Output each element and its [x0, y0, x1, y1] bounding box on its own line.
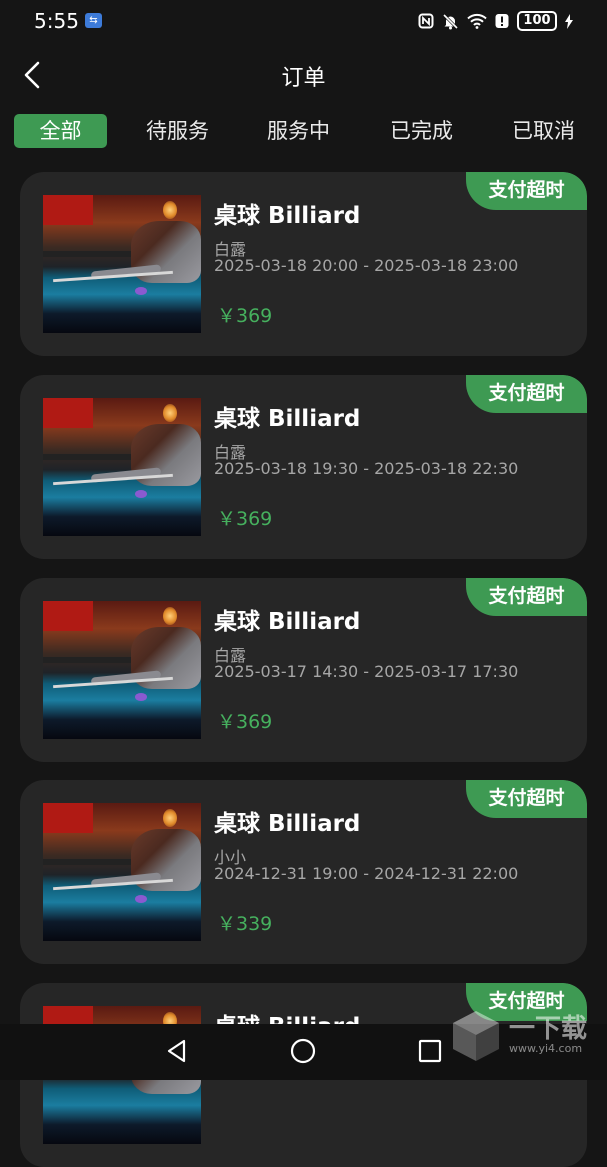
- status-badge: 支付超时: [466, 172, 587, 210]
- service-thumbnail: [43, 195, 201, 333]
- tab-pending-service[interactable]: 待服务: [146, 114, 209, 148]
- order-card[interactable]: 支付超时 桌球 Billiard 白露 2025-03-18 19:30 - 2…: [20, 375, 587, 559]
- status-badge: 支付超时: [466, 375, 587, 413]
- order-title: 桌球 Billiard: [214, 203, 361, 229]
- battery-indicator: 100: [517, 11, 557, 31]
- order-card[interactable]: 支付超时 桌球 Billiard 白露 2025-03-18 20:00 - 2…: [20, 172, 587, 356]
- wifi-icon: [467, 13, 487, 29]
- status-bar: 5:55 ⇆ 100: [0, 0, 607, 44]
- tab-all[interactable]: 全部: [14, 114, 107, 148]
- status-badge: 支付超时: [466, 983, 587, 1021]
- order-price: ￥369: [217, 305, 273, 327]
- tab-in-service[interactable]: 服务中: [267, 114, 330, 148]
- home-circle-icon[interactable]: [290, 1038, 316, 1068]
- order-card[interactable]: 支付超时 桌球 Billiard 小小 2024-12-31 19:00 - 2…: [20, 780, 587, 964]
- service-thumbnail: [43, 803, 201, 941]
- usb-icon: ⇆: [85, 13, 102, 28]
- order-title: 桌球 Billiard: [214, 609, 361, 635]
- service-thumbnail: [43, 601, 201, 739]
- order-time-range: 2025-03-18 20:00 - 2025-03-18 23:00: [214, 256, 519, 275]
- order-status-tabs: 全部 待服务 服务中 已完成 已取消: [14, 114, 607, 150]
- order-time-range: 2025-03-17 14:30 - 2025-03-17 17:30: [214, 662, 519, 681]
- tab-completed[interactable]: 已完成: [390, 114, 453, 148]
- status-time: 5:55: [34, 9, 79, 33]
- recents-square-icon[interactable]: [417, 1038, 443, 1068]
- alert-icon: [495, 14, 509, 28]
- order-price: ￥339: [217, 913, 273, 935]
- order-price: ￥369: [217, 508, 273, 530]
- status-icons: 100: [418, 11, 573, 31]
- order-time-range: 2024-12-31 19:00 - 2024-12-31 22:00: [214, 864, 519, 883]
- back-triangle-icon[interactable]: [164, 1038, 190, 1068]
- chevron-left-icon[interactable]: [18, 58, 48, 90]
- nfc-icon: [418, 13, 434, 29]
- system-navigation-bar: [0, 1024, 607, 1080]
- order-time-range: 2025-03-18 19:30 - 2025-03-18 22:30: [214, 459, 519, 478]
- top-bar: 订单: [0, 50, 607, 98]
- order-card[interactable]: 支付超时 桌球 Billiard 白露 2025-03-17 14:30 - 2…: [20, 578, 587, 762]
- order-title: 桌球 Billiard: [214, 811, 361, 837]
- order-price: ￥369: [217, 711, 273, 733]
- status-badge: 支付超时: [466, 780, 587, 818]
- service-thumbnail: [43, 398, 201, 536]
- status-badge: 支付超时: [466, 578, 587, 616]
- tab-cancelled[interactable]: 已取消: [512, 114, 575, 148]
- page-title: 订单: [281, 66, 326, 91]
- mute-icon: [442, 13, 459, 29]
- order-title: 桌球 Billiard: [214, 406, 361, 432]
- charging-icon: [565, 13, 573, 29]
